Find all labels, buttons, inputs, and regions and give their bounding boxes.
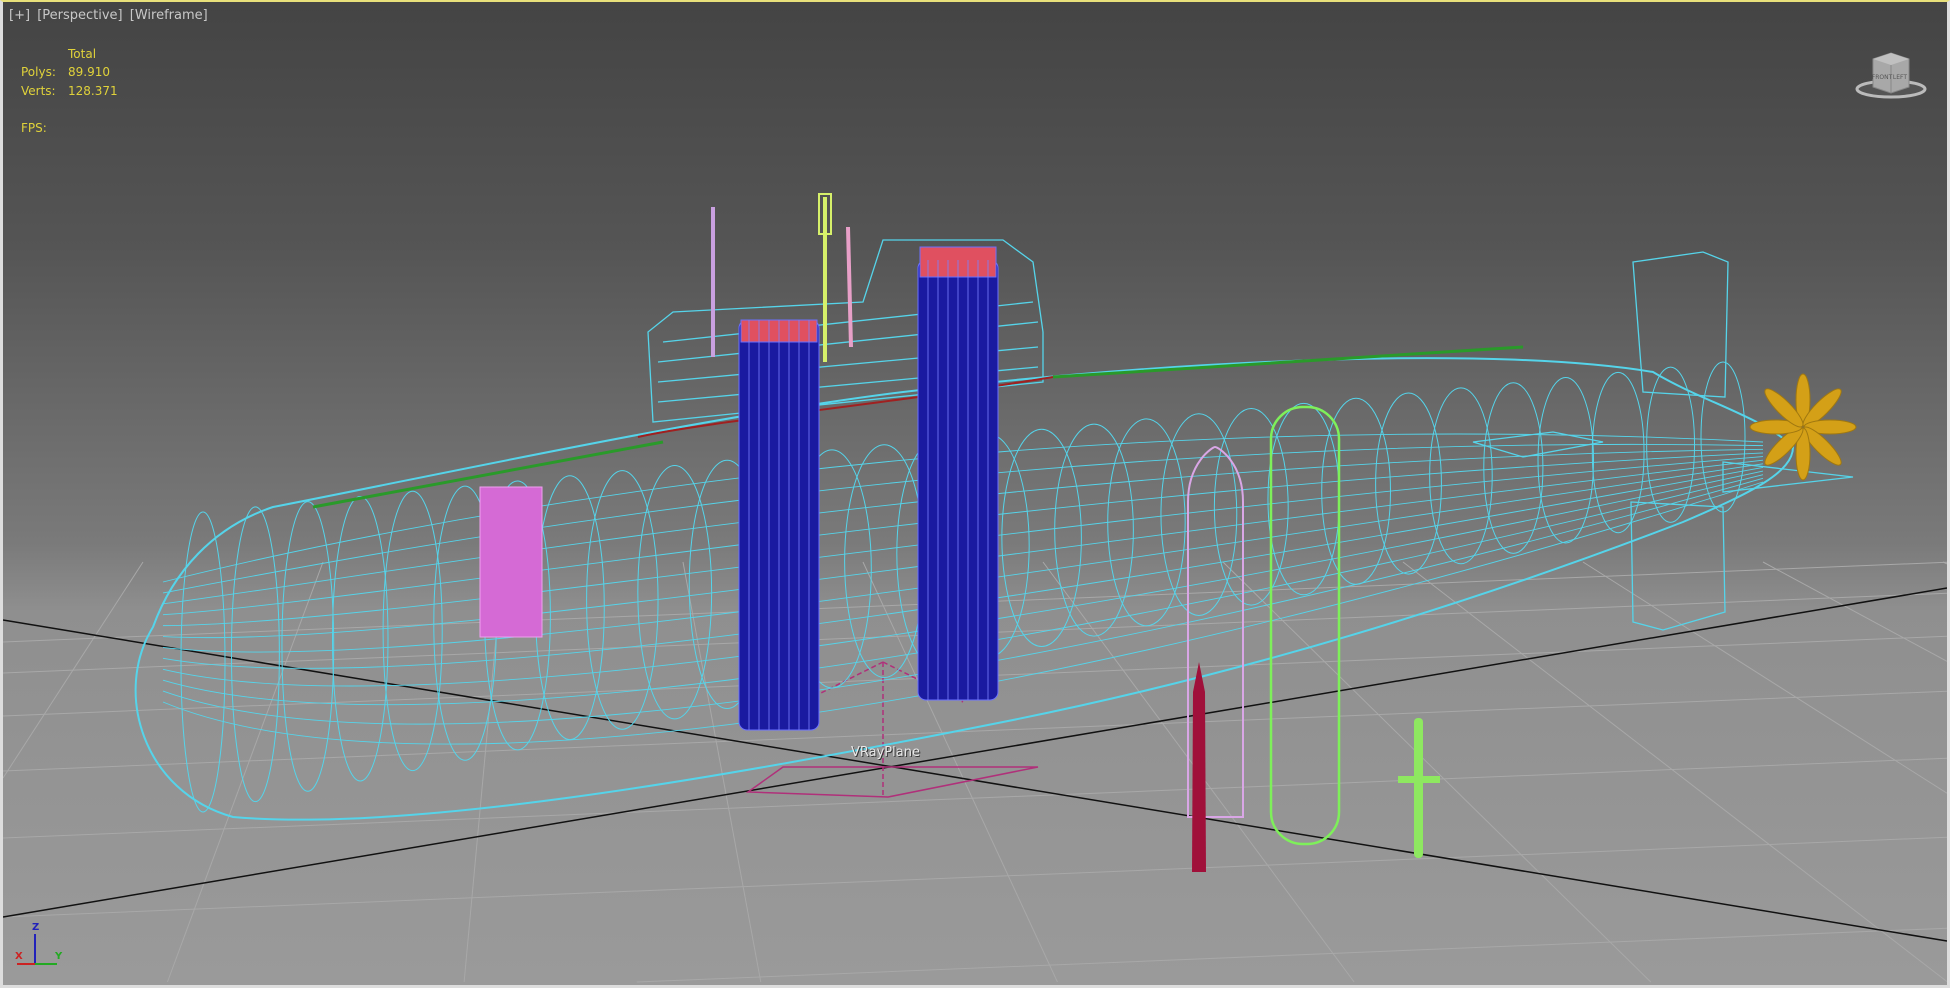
green-cylinder[interactable] [1269,405,1341,846]
verts-label: Verts: [21,84,56,98]
verts-value: 128.371 [68,84,118,98]
hull-rib [535,475,605,741]
axis-x-label: X [15,951,23,962]
polys-value: 89.910 [68,65,110,79]
hull-rib [1375,392,1442,575]
viewcube-left-face: LEFT [1893,74,1907,81]
viewport-label-menu: [+] [Perspective] [Wireframe] [9,8,211,23]
axis-z-label: Z [32,922,40,933]
hull-rib [331,495,389,782]
vrayplane-label: VRayPlane [851,745,920,760]
viewcube-front-face: FRONT [1872,74,1893,81]
red-missile[interactable] [1192,662,1206,872]
grid-line [1762,561,1947,662]
grid-line [3,690,1947,772]
hull-rib [230,506,280,803]
perspective-viewport[interactable]: [+] [Perspective] [Wireframe] Total Poly… [0,0,1950,988]
hull-rib [1267,402,1340,596]
polys-label: Polys: [21,65,56,79]
torpedo-bay[interactable] [479,486,543,638]
hull-rib [637,464,713,720]
green-small-missile[interactable] [1398,718,1440,858]
viewport-pov-menu[interactable]: [Perspective] [37,8,122,23]
scene-wireframe[interactable] [3,2,1950,984]
axis-y-label: Y [55,951,63,962]
propeller[interactable] [1749,373,1857,481]
grid-line [636,927,1947,983]
viewcube[interactable]: FRONT LEFT [1851,47,1931,102]
viewport-shading-menu[interactable]: [Wireframe] [130,8,208,23]
grid-line [1222,561,1652,983]
hull-rib [1429,387,1493,565]
axis-tripod-icon [17,934,57,965]
grid-line [1402,561,1947,983]
stats-header: Total [68,47,97,61]
fps-label: FPS: [21,121,47,135]
grid-line [3,836,1947,918]
viewport-general-menu[interactable]: [+] [9,8,30,23]
hull-rib [1054,423,1134,637]
hull-rib [1321,397,1391,585]
